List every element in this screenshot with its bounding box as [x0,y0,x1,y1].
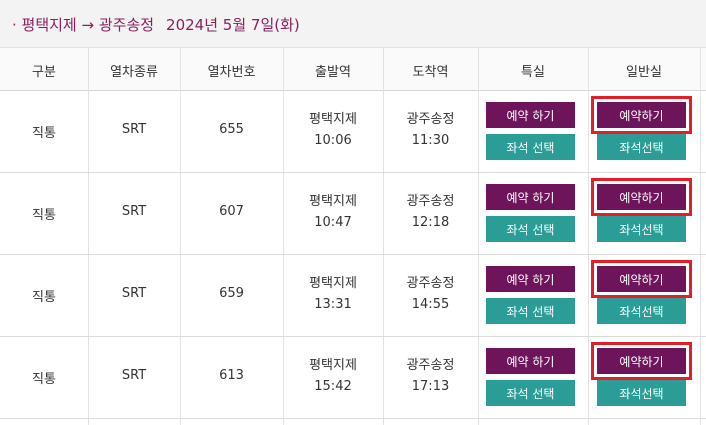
highlight-box [591,178,692,216]
first-class-reserve-button[interactable]: 예약 하기 [486,266,575,292]
departure-station: 평택지제 [309,112,357,127]
cell-category: 직통 [32,372,56,387]
departure-station: 평택지제 [309,358,357,373]
route-text: · 평택지제 → 광주송정 [12,16,155,34]
col-header-arrival: 도착역 [412,65,449,80]
travel-date: 2024년 5월 7일(화) [166,16,300,34]
cell-train-type: SRT [121,286,147,301]
col-header-train-type: 열차종류 [110,65,158,80]
cell-departure: 평택지제 13:31 [283,273,383,315]
cell-arrival: 광주송정 17:13 [383,355,478,397]
cell-train-number: 613 [219,368,244,383]
col-header-standard: 일반실 [626,65,662,80]
cell-train-type: SRT [121,122,147,137]
arrival-time: 14:55 [411,297,450,312]
cell-departure: 평택지제 10:47 [283,191,383,233]
first-class-reserve-button[interactable]: 예약 하기 [486,184,575,210]
column-divider [700,48,701,425]
arrival-time: 17:13 [411,379,450,394]
cell-arrival: 광주송정 11:30 [383,109,478,151]
row-divider [0,418,706,419]
cell-train-type: SRT [121,368,147,383]
row-divider [0,254,706,255]
cell-arrival: 광주송정 14:55 [383,273,478,315]
arrival-station: 광주송정 [406,194,455,209]
departure-time: 10:47 [314,215,352,230]
arrival-time: 12:18 [411,215,450,230]
departure-time: 10:06 [314,133,352,148]
arrival-station: 광주송정 [406,112,455,127]
highlight-box [591,96,692,134]
cell-train-number: 655 [219,122,244,137]
column-divider [478,48,479,425]
col-header-departure: 출발역 [315,65,351,80]
col-header-first-class: 특실 [521,65,545,80]
arrival-station: 광주송정 [406,276,455,291]
cell-category: 직통 [32,290,56,305]
cell-arrival: 광주송정 12:18 [383,191,478,233]
cell-departure: 평택지제 10:06 [283,109,383,151]
cell-train-number: 659 [219,286,244,301]
first-class-seat-select-button[interactable]: 좌석 선택 [486,134,575,160]
cell-train-type: SRT [121,204,147,219]
departure-station: 평택지제 [309,276,357,291]
row-divider [0,172,706,173]
first-class-reserve-button[interactable]: 예약 하기 [486,102,575,128]
cell-train-number: 607 [219,204,244,219]
departure-station: 평택지제 [309,194,357,209]
first-class-seat-select-button[interactable]: 좌석 선택 [486,216,575,242]
standard-seat-select-button[interactable]: 좌석선택 [597,298,686,324]
column-divider [588,48,589,425]
departure-time: 13:31 [314,297,352,312]
standard-seat-select-button[interactable]: 좌석선택 [597,380,686,406]
arrival-station: 광주송정 [406,358,455,373]
col-header-train-number: 열차번호 [207,65,256,80]
cell-category: 직통 [32,208,56,223]
cell-category: 직통 [32,126,56,141]
highlight-box [591,260,692,298]
cell-departure: 평택지제 15:42 [283,355,383,397]
route-header: · 평택지제 → 광주송정 2024년 5월 7일(화) [0,0,706,48]
col-header-category: 구분 [32,65,56,80]
row-divider [0,336,706,337]
standard-seat-select-button[interactable]: 좌석선택 [597,216,686,242]
standard-seat-select-button[interactable]: 좌석선택 [597,134,686,160]
departure-time: 15:42 [314,379,352,394]
first-class-seat-select-button[interactable]: 좌석 선택 [486,380,575,406]
first-class-reserve-button[interactable]: 예약 하기 [486,348,575,374]
arrival-time: 11:30 [411,133,450,148]
first-class-seat-select-button[interactable]: 좌석 선택 [486,298,575,324]
route-title: · 평택지제 → 광주송정 2024년 5월 7일(화) [12,14,300,35]
highlight-box [591,342,692,380]
